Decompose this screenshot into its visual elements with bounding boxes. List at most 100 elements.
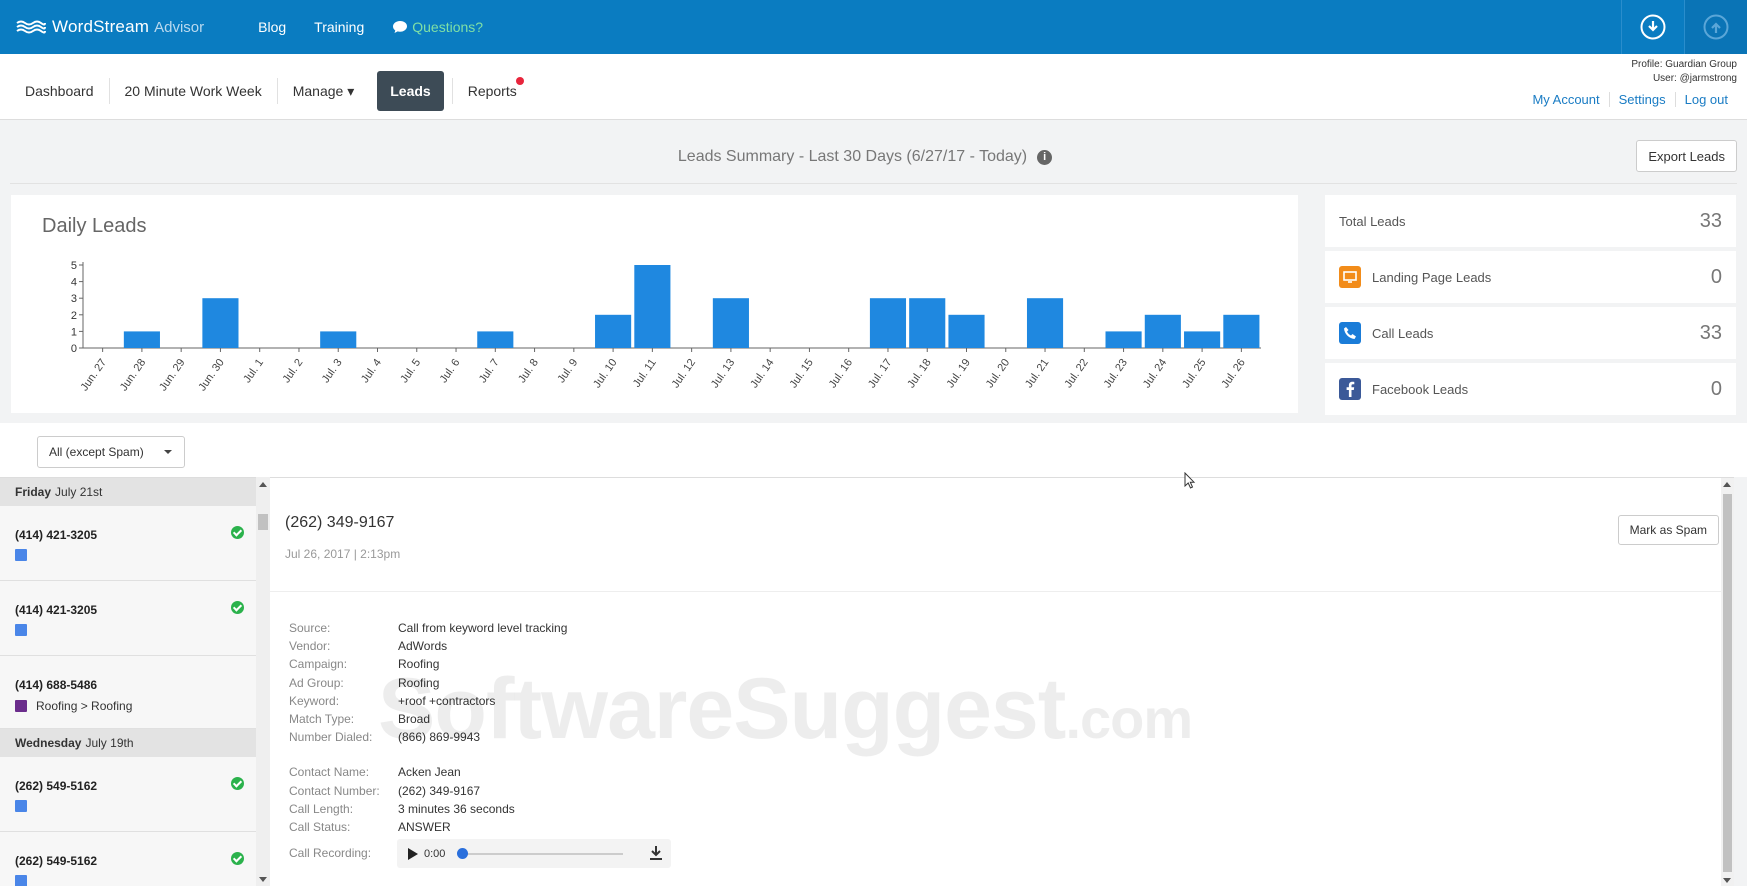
bar[interactable] — [595, 314, 632, 348]
bar[interactable] — [1184, 331, 1221, 348]
questions-label: Questions? — [412, 19, 484, 35]
summary-title-text: Leads Summary - Last 30 Days (6/27/17 - … — [677, 148, 1028, 165]
bar[interactable] — [948, 314, 985, 348]
lead-item[interactable]: (262) 549-5162 — [0, 832, 256, 886]
bar[interactable] — [320, 331, 357, 348]
scroll-up-icon[interactable] — [259, 482, 267, 487]
day-header: Friday July 21st — [0, 478, 256, 506]
play-icon[interactable] — [408, 847, 418, 860]
scroll-down-icon[interactable] — [259, 877, 267, 882]
settings-link[interactable]: Settings — [1608, 92, 1675, 107]
lead-filter-select[interactable]: All (except Spam) — [37, 436, 185, 468]
lead-item[interactable]: (414) 421-3205 — [0, 506, 256, 581]
stat-landing-page-leads[interactable]: Landing Page Leads 0 — [1325, 251, 1736, 303]
brand-logo[interactable]: WordStream Advisor — [16, 17, 204, 37]
nav-dashboard[interactable]: Dashboard — [10, 71, 109, 111]
stat-total-leads[interactable]: Total Leads 33 — [1325, 195, 1736, 247]
x-tick-label: Jul. 1 — [241, 357, 266, 385]
lead-item[interactable]: (262) 549-5162 — [0, 757, 256, 832]
waves-icon — [16, 20, 46, 34]
monitor-icon — [1339, 266, 1361, 288]
day-date: July 19th — [85, 736, 134, 750]
field-key: Keyword: — [289, 693, 340, 708]
summary-title: Leads Summary - Last 30 Days (6/27/17 - … — [0, 148, 1730, 166]
field-value: Roofing — [398, 675, 440, 690]
x-tick-label: Jul. 12 — [670, 357, 698, 390]
upload-circle-icon — [1703, 14, 1729, 40]
bar[interactable] — [1026, 298, 1064, 348]
bar[interactable] — [634, 265, 671, 348]
brand-sub: Advisor — [154, 18, 205, 36]
bar[interactable] — [1105, 331, 1142, 348]
filter-bar — [0, 423, 1747, 477]
lead-fields: Source: Call from keyword level tracking … — [289, 619, 567, 836]
lead-list-scrollbar[interactable] — [256, 477, 270, 886]
mouse-cursor-icon — [1184, 472, 1196, 489]
google-ads-icon — [15, 875, 27, 886]
field-key: Match Type: — [289, 712, 355, 727]
lead-item[interactable]: (414) 421-3205 — [0, 581, 256, 656]
field-value: ANSWER — [398, 820, 451, 835]
scroll-up-icon[interactable] — [1723, 482, 1731, 487]
upload-button[interactable] — [1684, 0, 1747, 54]
main-nav: Dashboard 20 Minute Work Week Manage ▾ L… — [0, 54, 1747, 120]
field-row: Source: Call from keyword level tracking — [289, 619, 567, 637]
bar[interactable] — [909, 298, 946, 348]
download-icon[interactable] — [649, 845, 663, 861]
day-header: Wednesday July 19th — [0, 729, 256, 757]
day-weekday: Wednesday — [15, 736, 82, 750]
x-tick-label: Jul. 8 — [516, 357, 541, 385]
download-button[interactable] — [1621, 0, 1684, 54]
lead-phone: (414) 688-5486 — [15, 678, 98, 692]
nav-manage[interactable]: Manage ▾ — [278, 71, 370, 111]
download-circle-icon — [1640, 14, 1666, 40]
x-tick-label: Jun. 30 — [196, 357, 227, 393]
stat-value: 33 — [1699, 209, 1722, 232]
filter-value: All (except Spam) — [49, 445, 144, 459]
export-leads-button[interactable]: Export Leads — [1636, 140, 1737, 172]
lead-item[interactable]: (414) 688-5486 Roofing > Roofing — [0, 656, 256, 729]
check-circle-icon — [231, 601, 244, 614]
stat-facebook-leads[interactable]: Facebook Leads 0 — [1325, 363, 1736, 415]
bar[interactable] — [869, 298, 907, 348]
google-ads-icon — [15, 624, 27, 636]
x-tick-label: Jul. 17 — [866, 357, 894, 390]
bar[interactable] — [1223, 314, 1260, 348]
bar[interactable] — [1144, 314, 1181, 348]
bar[interactable] — [477, 331, 514, 348]
stat-label: Facebook Leads — [1372, 381, 1469, 397]
questions-link[interactable]: Questions? — [392, 19, 483, 35]
recording-label: Call Recording: — [289, 846, 372, 860]
bar[interactable] — [202, 298, 239, 348]
stat-value: 0 — [1710, 265, 1722, 288]
divider — [270, 591, 1734, 592]
x-tick-label: Jul. 2 — [281, 357, 306, 385]
audio-seek-handle[interactable] — [457, 848, 468, 859]
scrollbar-thumb[interactable] — [1723, 494, 1732, 872]
blog-link[interactable]: Blog — [258, 19, 286, 35]
bar[interactable] — [712, 298, 749, 348]
scrollbar-thumb[interactable] — [258, 514, 268, 530]
bar[interactable] — [123, 331, 160, 348]
scroll-down-icon[interactable] — [1723, 878, 1731, 883]
training-link[interactable]: Training — [314, 19, 364, 35]
my-account-link[interactable]: My Account — [1523, 92, 1608, 107]
mark-as-spam-button[interactable]: Mark as Spam — [1617, 515, 1719, 545]
nav-reports[interactable]: Reports — [453, 71, 532, 111]
nav-leads[interactable]: Leads — [377, 71, 444, 111]
account-links: My Account Settings Log out — [1523, 92, 1737, 107]
stat-call-leads[interactable]: Call Leads 33 — [1325, 307, 1736, 359]
day-date: July 21st — [55, 485, 103, 499]
field-value: AdWords — [398, 639, 448, 654]
stat-value: 0 — [1710, 377, 1722, 400]
x-tick-label: Jul. 9 — [555, 357, 580, 385]
audio-track[interactable] — [463, 853, 623, 855]
field-key: Campaign: — [289, 657, 348, 672]
info-icon[interactable]: i — [1037, 150, 1053, 165]
logout-link[interactable]: Log out — [1674, 92, 1737, 107]
nav-work-week[interactable]: 20 Minute Work Week — [110, 71, 277, 111]
detail-scrollbar[interactable] — [1721, 478, 1734, 886]
field-row: Number Dialed: (866) 869-9943 — [289, 728, 567, 746]
google-ads-icon — [15, 549, 27, 561]
audio-player: 0:00 — [397, 839, 671, 868]
